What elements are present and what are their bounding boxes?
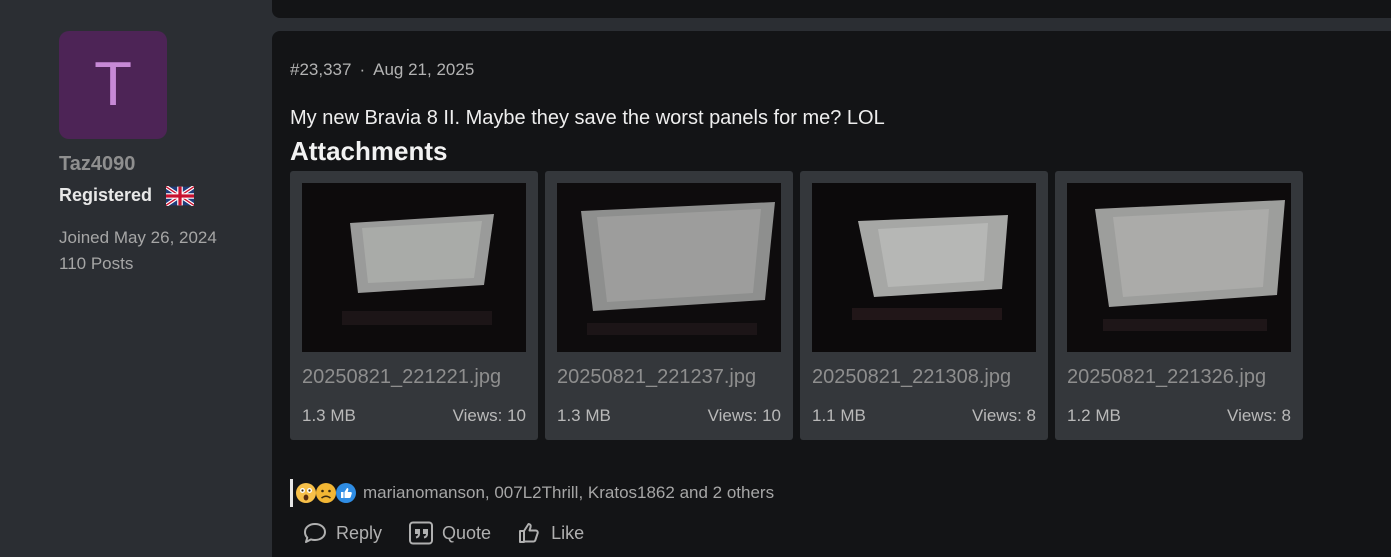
attachment-footer: 1.2 MB Views: 8 [1067, 406, 1291, 426]
meta-separator: · [359, 60, 366, 79]
avatar[interactable]: T [59, 31, 167, 139]
attachment-card[interactable]: 20250821_221308.jpg 1.1 MB Views: 8 [800, 171, 1048, 440]
attachment-card[interactable]: 20250821_221326.jpg 1.2 MB Views: 8 [1055, 171, 1303, 440]
joined-date: Joined May 26, 2024 [59, 228, 217, 247]
attachment-thumbnail[interactable] [812, 183, 1036, 352]
uk-flag-icon [166, 185, 195, 206]
wow-emoji-icon [296, 483, 316, 503]
like-button[interactable]: Like [517, 521, 584, 545]
post-card: #23,337 · Aug 21, 2025 My new Bravia 8 II.… [272, 31, 1391, 557]
attachment-size: 1.1 MB [812, 406, 866, 425]
attachment-filename[interactable]: 20250821_221308.jpg [812, 366, 1036, 389]
attachment-views: Views: 10 [452, 406, 526, 425]
attachment-card[interactable]: 20250821_221237.jpg 1.3 MB Views: 10 [545, 171, 793, 440]
post-meta: #23,337 · Aug 21, 2025 [290, 60, 474, 80]
attachments-list: 20250821_221221.jpg 1.3 MB Views: 10 202… [290, 171, 1303, 440]
attachment-filename[interactable]: 20250821_221326.jpg [1067, 366, 1291, 389]
post-date[interactable]: Aug 21, 2025 [373, 60, 474, 79]
attachment-views: Views: 8 [972, 406, 1036, 425]
reply-button[interactable]: Reply [302, 521, 382, 545]
text-cursor [290, 479, 293, 507]
attachment-footer: 1.3 MB Views: 10 [557, 406, 781, 426]
attachment-filename[interactable]: 20250821_221237.jpg [557, 366, 781, 389]
attachment-filename[interactable]: 20250821_221221.jpg [302, 366, 526, 389]
post-body: My new Bravia 8 II. Maybe they save the … [290, 107, 885, 129]
attachment-thumbnail[interactable] [302, 183, 526, 352]
reply-icon [304, 523, 326, 543]
post-count: 110 Posts [59, 254, 134, 273]
confused-emoji-icon [316, 483, 336, 503]
reactions-bar[interactable]: marianomanson, 007L2Thrill, Kratos1862 a… [290, 479, 774, 507]
quote-button[interactable]: Quote [408, 521, 491, 545]
avatar-letter: T [94, 50, 132, 119]
attachment-thumbnail[interactable] [557, 183, 781, 352]
user-role: Registered [59, 185, 153, 205]
attachment-footer: 1.3 MB Views: 10 [302, 406, 526, 426]
attachment-card[interactable]: 20250821_221221.jpg 1.3 MB Views: 10 [290, 171, 538, 440]
post-number[interactable]: #23,337 [290, 60, 351, 79]
user-info: T Taz4090 Registered Joined May 26, 2024… [59, 31, 259, 274]
like-icon [519, 523, 539, 543]
attachment-thumbnail[interactable] [1067, 183, 1291, 352]
attachment-size: 1.3 MB [302, 406, 356, 425]
attachment-footer: 1.1 MB Views: 8 [812, 406, 1036, 426]
user-role-row: Registered [59, 185, 259, 206]
reply-label: Reply [336, 522, 383, 543]
reaction-users[interactable]: marianomanson, 007L2Thrill, Kratos1862 a… [363, 483, 774, 503]
post-actions: Reply Quote Like [302, 521, 584, 545]
like-label: Like [551, 522, 585, 543]
username[interactable]: Taz4090 [59, 153, 259, 176]
previous-post-bottom [272, 0, 1391, 18]
quote-icon [409, 521, 434, 545]
attachments-heading: Attachments [290, 136, 448, 166]
attachment-size: 1.3 MB [557, 406, 611, 425]
attachment-views: Views: 10 [707, 406, 781, 425]
quote-label: Quote [442, 522, 492, 543]
attachment-views: Views: 8 [1227, 406, 1291, 425]
like-reaction-icon [336, 483, 356, 503]
attachment-size: 1.2 MB [1067, 406, 1121, 425]
